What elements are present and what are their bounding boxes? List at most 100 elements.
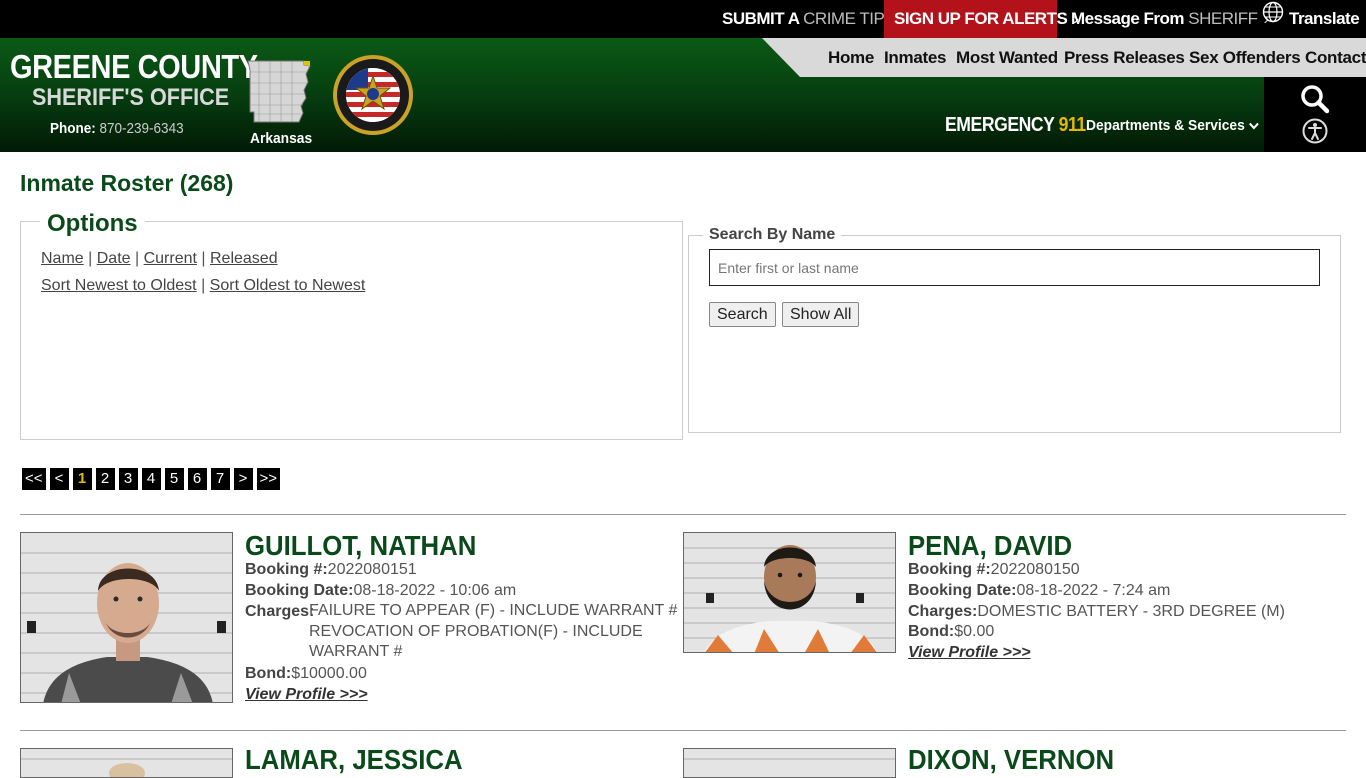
page-5[interactable]: 5 [164,468,184,490]
site-header: GREENE COUNTY SHERIFF'S OFFICE Phone: 87… [0,38,1366,152]
arkansas-map-icon [244,58,312,131]
sign-up-alerts-link[interactable]: SIGN UP FOR ALERTS › [884,0,1079,38]
booking-number-value: 2022080150 [990,561,1080,578]
sort-oldest-link[interactable]: Sort Oldest to Newest [210,277,366,294]
phone-number[interactable]: 870-239-6343 [100,120,184,137]
booking-number-label: Booking #: [908,561,991,578]
filter-date-link[interactable]: Date [97,250,131,267]
nav-most-wanted[interactable]: Most Wanted [956,38,1058,77]
nav-home[interactable]: Home [828,38,874,77]
page-last[interactable]: >> [256,468,281,490]
sort-newest-link[interactable]: Sort Newest to Oldest [41,277,197,294]
booking-date-value: 08-18-2022 - 10:06 am [353,582,517,599]
charges-list: FAILURE TO APPEAR (F) - INCLUDE WARRANT … [309,601,677,663]
crime-tip-label-b: CRIME TIP [803,9,885,28]
sheriff-seal-logo [332,54,414,141]
booking-number: Booking #:2022080151 [245,561,417,579]
booking-number: Booking #:2022080150 [908,561,1080,579]
divider [20,730,1346,731]
emergency-label: EMERGENCY [945,114,1055,136]
charge-item: WARRANT # [309,643,403,660]
translate-label: Translate [1289,9,1360,28]
departments-dropdown[interactable]: Departments & Services [1086,117,1259,134]
page-first[interactable]: << [22,468,46,490]
booking-date-value: 08-18-2022 - 7:24 am [1016,582,1171,599]
message-label-b: SHERIFF [1188,9,1258,28]
options-legend: Options [40,210,145,238]
chevron-down-icon [1248,117,1259,134]
bond: Bond:$0.00 [908,623,994,641]
search-button[interactable]: Search [709,302,776,327]
inmate-mugshot[interactable] [683,748,896,778]
alerts-label: SIGN UP FOR ALERTS [894,9,1068,28]
message-from-sheriff-link[interactable]: Message From SHERIFF › [1071,0,1269,38]
emergency-number[interactable]: EMERGENCY 911 [945,114,1086,137]
booking-date-label: Booking Date: [245,582,354,599]
booking-number-label: Booking #: [245,561,328,578]
nav-contact[interactable]: Contact [1305,38,1366,77]
charge-item: FAILURE TO APPEAR (F) - INCLUDE WARRANT … [309,602,678,619]
filter-name-link[interactable]: Name [41,250,84,267]
charges: Charges:DOMESTIC BATTERY - 3RD DEGREE (M… [908,603,1285,621]
crime-tip-label-a: SUBMIT A [722,9,799,28]
departments-label: Departments & Services [1086,117,1245,134]
charge-item: REVOCATION OF PROBATION(F) - INCLUDE [309,622,643,640]
office-name: SHERIFF'S OFFICE [32,84,230,111]
page-2[interactable]: 2 [95,468,115,490]
message-label-a: Message From [1071,9,1185,28]
top-utility-bar: SUBMIT A CRIME TIP› SIGN UP FOR ALERTS› … [0,0,1366,38]
view-profile-link[interactable]: View Profile >>> [245,686,368,704]
bond-value: $10000.00 [291,665,367,682]
charges-label: Charges: [908,603,978,620]
show-all-button[interactable]: Show All [782,302,860,327]
bond-label: Bond: [245,665,292,682]
page-6[interactable]: 6 [187,468,207,490]
page-prev[interactable]: < [49,468,69,490]
page-3[interactable]: 3 [118,468,138,490]
page-1[interactable]: 1 [72,468,92,490]
accessibility-icon[interactable] [1302,118,1328,149]
phone-label: Phone: [50,120,96,137]
booking-date: Booking Date:08-18-2022 - 7:24 am [908,582,1170,600]
charge-item: DOMESTIC BATTERY - 3RD DEGREE (M) [977,603,1285,620]
page-4[interactable]: 4 [141,468,161,490]
bond-value: $0.00 [954,623,995,640]
sort-links: Sort Newest to Oldest | Sort Oldest to N… [41,277,366,294]
page-title: Inmate Roster (268) [20,170,234,196]
page-7[interactable]: 7 [210,468,230,490]
booking-number-value: 2022080151 [327,561,417,578]
bond: Bond:$10000.00 [245,665,367,683]
booking-date-label: Booking Date: [908,582,1017,599]
inmate-name: DIXON, VERNON [908,744,1115,775]
view-profile-link[interactable]: View Profile >>> [908,644,1031,662]
charges-label-row: Charges: [245,603,314,621]
filter-released-link[interactable]: Released [210,250,278,267]
translate-button[interactable]: Translate [1262,0,1360,38]
county-name: GREENE COUNTY [10,48,258,85]
globe-icon [1262,0,1284,37]
filter-current-link[interactable]: Current [144,250,197,267]
charges-label: Charges: [245,603,315,620]
inmate-name: PENA, DAVID [908,530,1073,561]
pagination: << < 1 2 3 4 5 6 7 > >> [22,468,281,490]
search-legend: Search By Name [703,226,842,244]
nav-inmates[interactable]: Inmates [884,38,946,77]
phone-line: Phone: 870-239-6343 [50,120,184,137]
name-search-input[interactable] [709,249,1320,286]
emergency-911: 911 [1058,114,1087,136]
inmate-mugshot[interactable] [20,532,233,703]
submit-crime-tip-link[interactable]: SUBMIT A CRIME TIP› [722,0,896,38]
inmate-name: GUILLOT, NATHAN [245,530,477,561]
filter-links: Name | Date | Current | Released [41,250,278,267]
nav-sex-offenders[interactable]: Sex Offenders [1189,38,1301,77]
booking-date: Booking Date:08-18-2022 - 10:06 am [245,582,516,600]
search-icon[interactable] [1300,84,1330,119]
page-next[interactable]: > [233,468,253,490]
nav-press-releases[interactable]: Press Releases [1064,38,1185,77]
inmate-mugshot[interactable] [20,748,233,778]
inmate-name: LAMAR, JESSICA [245,744,463,775]
inmate-mugshot[interactable] [683,532,896,653]
bond-label: Bond: [908,623,955,640]
state-label: Arkansas [250,130,313,147]
divider [20,514,1346,515]
